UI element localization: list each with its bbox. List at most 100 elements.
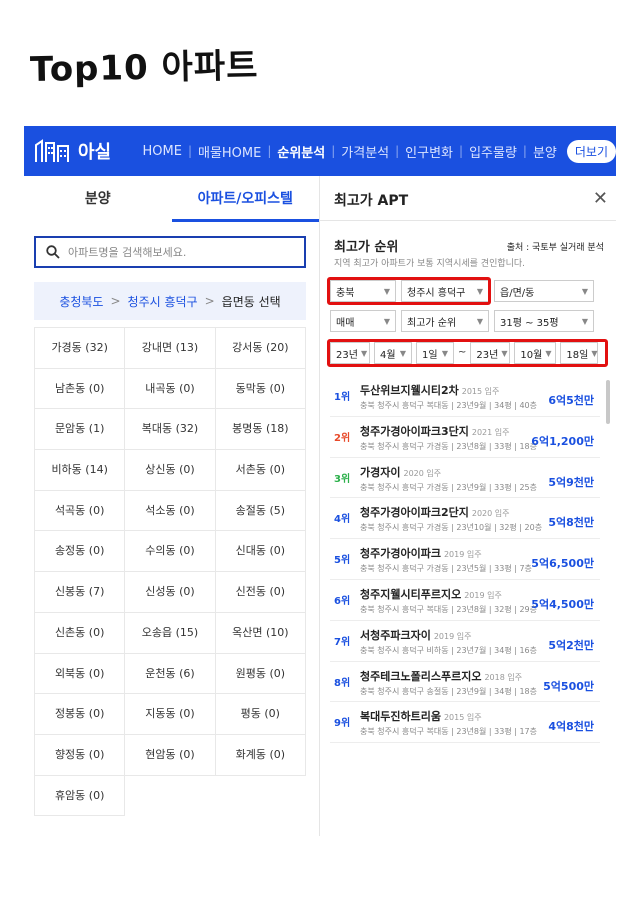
grid-spacer bbox=[125, 776, 215, 817]
dong-item[interactable]: 원평동 (0) bbox=[215, 653, 306, 695]
ranking-row[interactable]: 9위 복대두진하트리움 2015 입주 충북 청주시 흥덕구 복대동 | 23년8… bbox=[330, 702, 600, 744]
deal-type-select[interactable]: 매매 ▼ bbox=[330, 310, 396, 332]
panel-title: 최고가 APT bbox=[334, 193, 409, 209]
dong-item[interactable]: 석소동 (0) bbox=[125, 490, 216, 532]
chevron-right-icon: > bbox=[110, 294, 121, 308]
search-icon bbox=[46, 245, 60, 259]
dong-item[interactable]: 봉명동 (18) bbox=[215, 409, 306, 451]
dong-item[interactable]: 화계동 (0) bbox=[215, 734, 306, 776]
size-select[interactable]: 31평 ~ 35평 ▼ bbox=[494, 310, 594, 332]
ranking-row[interactable]: 6위 청주지웰시티푸르지오 2019 입주 충북 청주시 흥덕구 복대동 | 23… bbox=[330, 580, 600, 621]
breadcrumb-dong-select[interactable]: 읍면동 선택 bbox=[222, 293, 281, 310]
dong-item[interactable]: 상신동 (0) bbox=[125, 450, 216, 491]
apartment-name: 복대두진하트리움 bbox=[360, 710, 441, 724]
nav-item-listing-home[interactable]: 매물HOME bbox=[194, 142, 265, 161]
dong-item[interactable]: 휴암동 (0) bbox=[35, 775, 126, 817]
rank-label: 2위 bbox=[334, 432, 351, 444]
region-panel: 분양 아파트/오피스텔 아파트명을 검색해보세요. 충청북도 > 청주시 흥덕구… bbox=[24, 176, 320, 836]
dong-item[interactable]: 송정동 (0) bbox=[35, 531, 126, 573]
deal-meta: 충북 청주시 흥덕구 가경동 | 23년10월 | 32평 | 20층 bbox=[360, 523, 543, 533]
dong-item[interactable]: 옥산면 (10) bbox=[215, 612, 306, 654]
ranking-panel: 최고가 APT ✕ 최고가 순위 출처 : 국토부 실거래 분석 지역 최고가 … bbox=[320, 176, 616, 836]
dong-item[interactable]: 현암동 (0) bbox=[125, 734, 216, 776]
dong-item[interactable]: 복대동 (32) bbox=[125, 409, 216, 451]
dong-item[interactable]: 문암동 (1) bbox=[35, 409, 126, 451]
apartment-name-line: 청주가경아이파크 2019 입주 bbox=[360, 545, 482, 561]
apartment-name: 청주지웰시티푸르지오 bbox=[360, 587, 462, 601]
apartment-name: 청주가경아이파크2단지 bbox=[360, 506, 469, 520]
dong-item[interactable]: 향정동 (0) bbox=[35, 734, 126, 776]
nav-item-presale[interactable]: 분양 bbox=[529, 142, 561, 161]
ranking-row[interactable]: 8위 청주테크노폴리스푸르지오 2018 입주 충북 청주시 흥덕구 송절동 | … bbox=[330, 662, 600, 703]
filter-row-type: 매매 ▼ 최고가 순위 ▼ 31평 ~ 35평 ▼ bbox=[330, 310, 606, 332]
more-button[interactable]: 더보기 bbox=[566, 139, 616, 163]
dong-item[interactable]: 신촌동 (0) bbox=[35, 612, 126, 654]
ranking-row[interactable]: 1위 두산위브지웰시티2차 2015 입주 충북 청주시 흥덕구 복대동 | 23… bbox=[330, 376, 600, 417]
move-in-year: 2018 입주 bbox=[484, 672, 523, 682]
dong-item[interactable]: 정봉동 (0) bbox=[35, 694, 126, 735]
close-icon[interactable]: ✕ bbox=[593, 188, 608, 209]
dong-item[interactable]: 지동동 (0) bbox=[125, 694, 216, 735]
move-in-year: 2020 입주 bbox=[471, 509, 510, 519]
dong-select[interactable]: 읍/면/동 ▼ bbox=[494, 280, 594, 302]
deal-price: 5억8천만 bbox=[548, 516, 594, 530]
nav-divider: | bbox=[522, 144, 527, 158]
dong-grid: 가경동 (32) 강내면 (13) 강서동 (20) 남촌동 (0) 내곡동 (… bbox=[34, 327, 306, 817]
apartment-name-line: 가경자이 2020 입주 bbox=[360, 464, 441, 480]
apartment-name: 가경자이 bbox=[360, 465, 401, 479]
nav-item-supply[interactable]: 입주물량 bbox=[465, 142, 521, 161]
breadcrumb-district[interactable]: 청주시 흥덕구 bbox=[128, 293, 198, 310]
dong-item[interactable]: 운천동 (6) bbox=[125, 653, 216, 695]
dong-item[interactable]: 신봉동 (7) bbox=[35, 572, 126, 613]
dong-item[interactable]: 동막동 (0) bbox=[215, 368, 306, 410]
nav-item-population[interactable]: 인구변화 bbox=[401, 142, 457, 161]
ranking-row[interactable]: 7위 서청주파크자이 2019 입주 충북 청주시 흥덕구 비하동 | 23년7월… bbox=[330, 621, 600, 662]
scrollbar[interactable] bbox=[606, 380, 610, 424]
apartment-name: 두산위브지웰시티2차 bbox=[360, 384, 459, 397]
select-value: 최고가 순위 bbox=[407, 317, 457, 329]
logo[interactable]: 아실 bbox=[34, 138, 138, 164]
deal-meta: 충북 청주시 흥덕구 비하동 | 23년7월 | 34평 | 16층 bbox=[360, 645, 538, 655]
search-input[interactable]: 아파트명을 검색해보세요. bbox=[34, 236, 306, 268]
dong-item[interactable]: 비하동 (14) bbox=[35, 450, 126, 491]
grid-spacer bbox=[216, 776, 306, 817]
ranking-row[interactable]: 3위 가경자이 2020 입주 충북 청주시 흥덕구 가경동 | 23년9월 | … bbox=[330, 458, 600, 499]
move-in-year: 2015 입주 bbox=[443, 713, 482, 723]
ranking-row[interactable]: 4위 청주가경아이파크2단지 2020 입주 충북 청주시 흥덕구 가경동 | 2… bbox=[330, 498, 600, 540]
apartment-name: 청주테크노폴리스푸르지오 bbox=[360, 669, 482, 683]
dong-item[interactable]: 신대동 (0) bbox=[215, 531, 306, 573]
dong-item[interactable]: 오송읍 (15) bbox=[125, 612, 216, 654]
nav-item-price-analysis[interactable]: 가격분석 bbox=[337, 142, 393, 161]
dong-item[interactable]: 남촌동 (0) bbox=[35, 368, 126, 410]
section-title: 최고가 순위 bbox=[334, 240, 399, 255]
tab-presale[interactable]: 분양 bbox=[24, 176, 172, 222]
dong-item[interactable]: 서촌동 (0) bbox=[215, 450, 306, 491]
breadcrumb-province[interactable]: 충청북도 bbox=[59, 293, 103, 310]
dong-item[interactable]: 송절동 (5) bbox=[215, 490, 306, 532]
nav-item-home[interactable]: HOME bbox=[138, 144, 185, 159]
dong-item[interactable]: 가경동 (32) bbox=[35, 328, 126, 369]
dong-item[interactable]: 평동 (0) bbox=[215, 694, 306, 735]
tab-apartment-officetel[interactable]: 아파트/오피스텔 bbox=[171, 176, 319, 222]
dong-item[interactable]: 석곡동 (0) bbox=[35, 490, 126, 532]
dong-item[interactable]: 강내면 (13) bbox=[125, 328, 216, 369]
dong-item[interactable]: 수의동 (0) bbox=[125, 531, 216, 573]
dong-item[interactable]: 외북동 (0) bbox=[35, 653, 126, 695]
sort-select[interactable]: 최고가 순위 ▼ bbox=[401, 310, 489, 332]
ranking-row[interactable]: 2위 청주가경아이파크3단지 2021 입주 충북 청주시 흥덕구 가경동 | 2… bbox=[330, 417, 600, 458]
highlight-box-period bbox=[327, 339, 608, 367]
deal-meta: 충북 청주시 흥덕구 가경동 | 23년9월 | 33평 | 25층 bbox=[360, 482, 538, 492]
apartment-name: 서청주파크자이 bbox=[360, 628, 431, 642]
dong-item[interactable]: 신성동 (0) bbox=[125, 572, 216, 613]
dong-item[interactable]: 강서동 (20) bbox=[215, 328, 306, 369]
nav-item-ranking[interactable]: 순위분석 bbox=[273, 142, 329, 161]
rank-label: 4위 bbox=[334, 514, 351, 526]
nav-divider: | bbox=[267, 144, 272, 158]
nav-divider: | bbox=[395, 144, 400, 158]
ranking-list: 1위 두산위브지웰시티2차 2015 입주 충북 청주시 흥덕구 복대동 | 23… bbox=[330, 376, 600, 744]
dong-item[interactable]: 신전동 (0) bbox=[215, 572, 306, 613]
breadcrumb: 충청북도 > 청주시 흥덕구 > 읍면동 선택 bbox=[34, 282, 306, 320]
dong-item[interactable]: 내곡동 (0) bbox=[125, 368, 216, 410]
rank-label: 1위 bbox=[334, 392, 351, 403]
ranking-row[interactable]: 5위 청주가경아이파크 2019 입주 충북 청주시 흥덕구 가경동 | 23년5… bbox=[330, 539, 600, 580]
